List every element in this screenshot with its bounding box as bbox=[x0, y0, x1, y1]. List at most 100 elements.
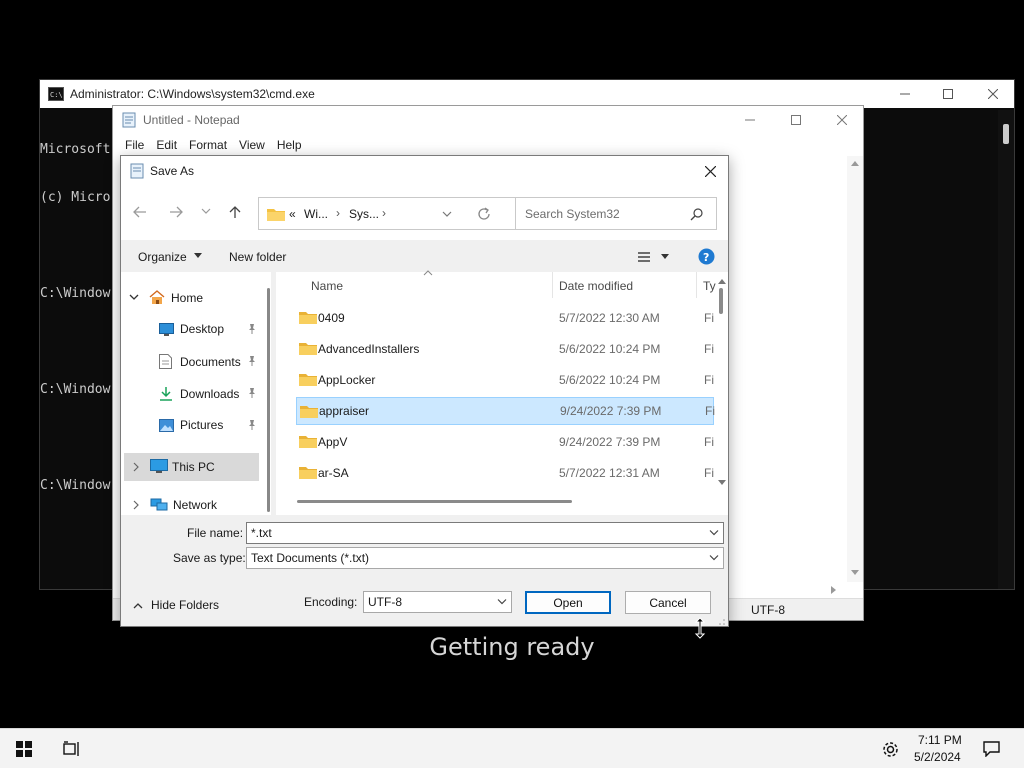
chevron-right-icon[interactable] bbox=[133, 462, 140, 472]
clock-date[interactable]: 5/2/2024 bbox=[914, 750, 961, 764]
list-item-selected[interactable]: appraiser 9/24/2022 7:39 PM Fi bbox=[296, 397, 715, 425]
sidebar-item-home[interactable]: Home bbox=[129, 290, 203, 305]
chevron-down-icon[interactable] bbox=[129, 294, 139, 301]
notepad-close-button[interactable] bbox=[819, 106, 865, 134]
notepad-scrollbar[interactable] bbox=[847, 156, 863, 582]
cmd-maximize-button[interactable] bbox=[925, 80, 971, 108]
column-header-name[interactable]: Name bbox=[311, 279, 343, 293]
dialog-close-button[interactable] bbox=[699, 161, 721, 181]
sidebar-item-pictures[interactable]: Pictures bbox=[159, 418, 259, 432]
sidebar-item-network[interactable]: Network bbox=[133, 498, 217, 512]
cmd-minimize-button[interactable] bbox=[882, 80, 928, 108]
menu-edit[interactable]: Edit bbox=[150, 138, 183, 152]
notification-icon[interactable] bbox=[983, 741, 1000, 757]
save-as-dialog[interactable]: Save As « Wi... › Sys... › Search System… bbox=[120, 155, 729, 627]
hide-folders-button[interactable]: Hide Folders bbox=[133, 598, 219, 612]
search-box[interactable]: Search System32 bbox=[515, 197, 717, 230]
view-options-icon[interactable] bbox=[637, 251, 651, 263]
folder-icon bbox=[299, 310, 317, 324]
back-arrow-icon[interactable] bbox=[133, 206, 147, 218]
folder-icon bbox=[267, 207, 285, 221]
close-icon bbox=[837, 115, 847, 125]
notepad-title: Untitled - Notepad bbox=[143, 113, 240, 127]
list-item[interactable]: AppLocker 5/6/2022 10:24 PM Fi bbox=[296, 366, 714, 394]
refresh-icon[interactable] bbox=[477, 207, 491, 221]
chevron-right-icon[interactable] bbox=[133, 500, 140, 510]
up-arrow-icon[interactable] bbox=[229, 205, 241, 219]
sidebar-item-label: Pictures bbox=[180, 418, 224, 432]
notepad-maximize-button[interactable] bbox=[773, 106, 819, 134]
list-item[interactable]: AppV 9/24/2022 7:39 PM Fi bbox=[296, 428, 714, 456]
cmd-output: Microsoft (c) Micro C:\Window C:\Window … bbox=[40, 110, 110, 526]
task-view-icon[interactable] bbox=[63, 741, 81, 757]
windows-start-icon[interactable] bbox=[16, 741, 32, 757]
cmd-line: C:\Window bbox=[40, 478, 111, 493]
sidebar-item-downloads[interactable]: Downloads bbox=[159, 386, 259, 401]
sidebar-item-documents[interactable]: Documents bbox=[159, 354, 259, 369]
folder-icon bbox=[299, 341, 317, 355]
encoding-select[interactable]: UTF-8 bbox=[363, 591, 512, 613]
list-item[interactable]: AdvancedInstallers 5/6/2022 10:24 PM Fi bbox=[296, 335, 714, 363]
folder-icon bbox=[300, 404, 318, 418]
sidebar-item-label: Downloads bbox=[180, 386, 240, 401]
recent-locations-chevron-icon[interactable] bbox=[201, 208, 211, 215]
breadcrumb-separator-icon[interactable]: › bbox=[336, 206, 340, 220]
list-item[interactable]: 0409 5/7/2022 12:30 AM Fi bbox=[296, 304, 714, 332]
file-name-input[interactable]: *.txt bbox=[246, 522, 724, 544]
breadcrumb-overflow[interactable]: « bbox=[289, 207, 296, 221]
search-icon[interactable] bbox=[690, 208, 703, 221]
scroll-up-icon[interactable] bbox=[851, 160, 859, 166]
scroll-down-icon[interactable] bbox=[851, 570, 859, 576]
file-list-scrollbar[interactable] bbox=[716, 272, 728, 492]
sidebar-item-label: Network bbox=[173, 498, 218, 512]
help-icon[interactable]: ? bbox=[698, 248, 715, 265]
organize-button[interactable]: Organize bbox=[138, 250, 187, 264]
cmd-titlebar[interactable]: C:\ Administrator: C:\Windows\system32\c… bbox=[40, 80, 1014, 108]
settings-gear-icon[interactable] bbox=[882, 741, 899, 758]
open-button[interactable]: Open bbox=[525, 591, 611, 614]
sidebar-item-this-pc[interactable]: This PC bbox=[124, 453, 259, 481]
view-dropdown-icon[interactable] bbox=[661, 254, 669, 259]
list-item[interactable]: ar-SA 5/7/2022 12:31 AM Fi bbox=[296, 459, 714, 487]
folder-icon bbox=[299, 465, 317, 479]
cmd-scroll-thumb[interactable] bbox=[1003, 124, 1009, 144]
cmd-close-button[interactable] bbox=[970, 80, 1016, 108]
minimize-icon bbox=[745, 119, 755, 121]
file-list-hscroll-thumb[interactable] bbox=[297, 500, 572, 503]
cancel-button[interactable]: Cancel bbox=[625, 591, 711, 614]
resize-grip-icon[interactable] bbox=[718, 618, 726, 626]
organize-dropdown-icon[interactable] bbox=[194, 253, 202, 258]
column-header-type[interactable]: Ty bbox=[703, 279, 716, 293]
clock-time[interactable]: 7:11 PM bbox=[918, 733, 962, 747]
computer-icon bbox=[150, 459, 168, 474]
sidebar-item-label: Home bbox=[171, 290, 204, 305]
menu-file[interactable]: File bbox=[119, 138, 150, 152]
new-folder-button[interactable]: New folder bbox=[229, 250, 286, 264]
scroll-down-icon[interactable] bbox=[718, 480, 726, 486]
svg-text:?: ? bbox=[703, 251, 709, 264]
chevron-down-icon[interactable] bbox=[709, 530, 719, 537]
forward-arrow-icon[interactable] bbox=[169, 206, 183, 218]
breadcrumb-windows[interactable]: Wi... bbox=[304, 207, 328, 221]
address-dropdown-chevron-icon[interactable] bbox=[442, 211, 452, 218]
chevron-down-icon[interactable] bbox=[709, 555, 719, 562]
menu-format[interactable]: Format bbox=[183, 138, 233, 152]
sidebar-scroll-thumb[interactable] bbox=[267, 288, 270, 512]
scroll-right-icon[interactable] bbox=[831, 586, 837, 594]
breadcrumb-separator-icon[interactable]: › bbox=[382, 206, 386, 220]
notepad-minimize-button[interactable] bbox=[727, 106, 773, 134]
menu-help[interactable]: Help bbox=[271, 138, 308, 152]
chevron-down-icon[interactable] bbox=[497, 599, 507, 606]
dialog-titlebar[interactable]: Save As bbox=[121, 156, 728, 186]
column-header-date[interactable]: Date modified bbox=[559, 279, 633, 293]
breadcrumb-system32[interactable]: Sys... bbox=[349, 207, 379, 221]
scroll-up-icon[interactable] bbox=[718, 278, 726, 284]
dialog-title: Save As bbox=[150, 164, 195, 178]
save-type-select[interactable]: Text Documents (*.txt) bbox=[246, 547, 724, 569]
sidebar-item-desktop[interactable]: Desktop bbox=[159, 322, 259, 336]
menu-view[interactable]: View bbox=[233, 138, 271, 152]
cmd-scrollbar[interactable] bbox=[998, 110, 1014, 589]
file-list-scroll-thumb[interactable] bbox=[719, 288, 723, 314]
network-icon bbox=[150, 498, 168, 512]
notepad-titlebar[interactable]: Untitled - Notepad bbox=[113, 106, 863, 134]
